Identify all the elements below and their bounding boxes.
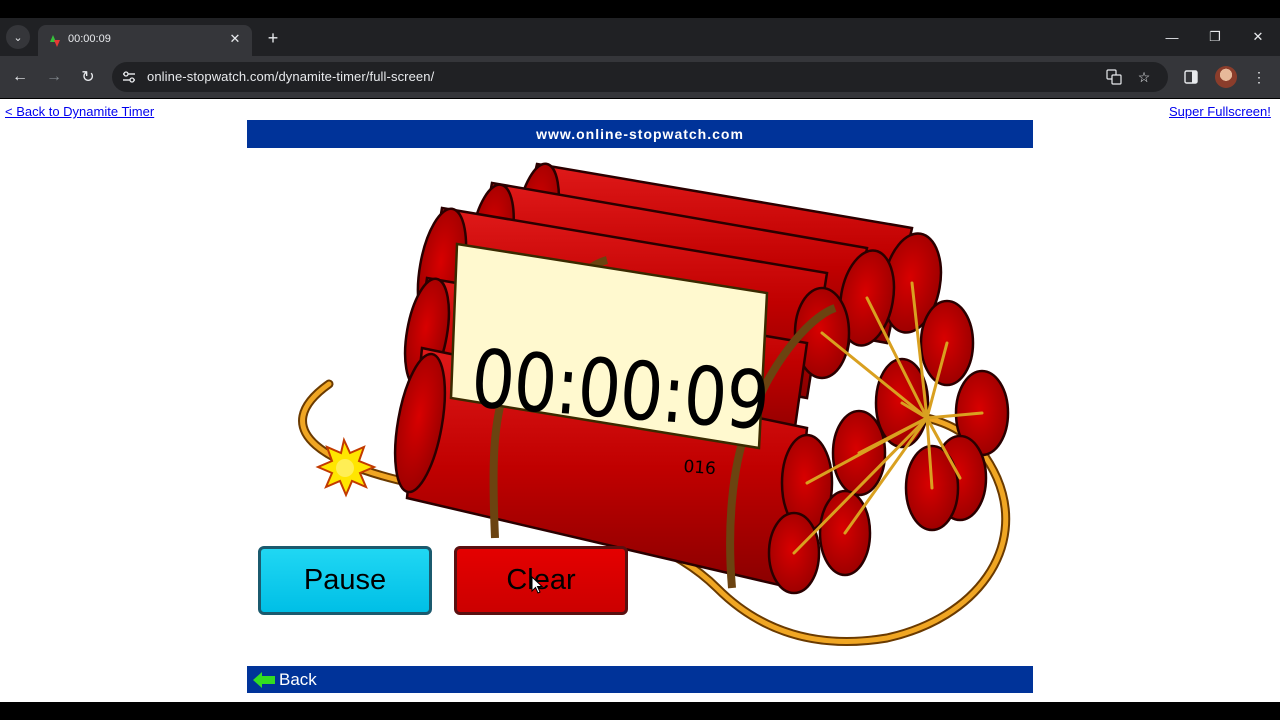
green-back-arrow-icon[interactable] xyxy=(253,672,275,688)
timer-display: 00:00:09 016 xyxy=(454,331,772,507)
active-tab[interactable]: 00:00:09 ✕ xyxy=(38,25,252,56)
browser-toolbar: ← → ↻ online-stopwatch.com/dynamite-time… xyxy=(0,56,1280,98)
pause-label: Pause xyxy=(303,564,387,596)
chevron-down-icon: ⌄ xyxy=(13,31,23,44)
site-banner: www.online-stopwatch.com xyxy=(247,120,1033,148)
translate-icon[interactable] xyxy=(1104,67,1124,87)
stopwatch-favicon-icon xyxy=(50,35,60,47)
bookmark-star-icon[interactable]: ☆ xyxy=(1134,67,1154,87)
restore-icon[interactable]: ❐ xyxy=(1203,26,1227,48)
minimize-icon[interactable]: — xyxy=(1160,26,1184,48)
mouse-cursor-icon xyxy=(531,576,543,594)
forward-arrow-icon[interactable]: → xyxy=(42,65,66,89)
page-content: < Back to Dynamite Timer Super Fullscree… xyxy=(0,99,1280,702)
screen-bottom-bar xyxy=(0,702,1280,720)
tab-title: 00:00:09 xyxy=(68,33,111,45)
timer-milliseconds: 016 xyxy=(682,456,717,480)
address-bar[interactable]: online-stopwatch.com/dynamite-timer/full… xyxy=(112,62,1168,92)
timer-time: 00:00:09 xyxy=(468,332,772,450)
tab-close-icon[interactable]: ✕ xyxy=(226,30,244,48)
profile-avatar[interactable] xyxy=(1215,66,1237,88)
site-info-icon[interactable] xyxy=(120,68,138,86)
tab-strip: ⌄ 00:00:09 ✕ + — ❐ ✕ xyxy=(0,18,1280,56)
close-window-icon[interactable]: ✕ xyxy=(1246,26,1270,48)
side-panel-icon[interactable] xyxy=(1180,66,1202,88)
screen-top-bar xyxy=(0,0,1280,18)
tab-search-button[interactable]: ⌄ xyxy=(6,25,30,49)
back-arrow-icon[interactable]: ← xyxy=(8,65,32,89)
reload-icon[interactable]: ↻ xyxy=(76,65,100,89)
back-to-dynamite-timer-link[interactable]: < Back to Dynamite Timer xyxy=(5,104,154,119)
more-menu-icon[interactable]: ⋮ xyxy=(1248,66,1270,88)
new-tab-button[interactable]: + xyxy=(262,27,284,49)
url-text[interactable]: online-stopwatch.com/dynamite-timer/full… xyxy=(147,69,434,84)
banner-text: www.online-stopwatch.com xyxy=(536,126,744,142)
footer-back-link[interactable]: Back xyxy=(279,670,317,690)
footer-bar: Back xyxy=(247,666,1033,693)
pause-button[interactable]: Pause xyxy=(258,546,432,615)
super-fullscreen-link[interactable]: Super Fullscreen! xyxy=(1169,104,1271,119)
